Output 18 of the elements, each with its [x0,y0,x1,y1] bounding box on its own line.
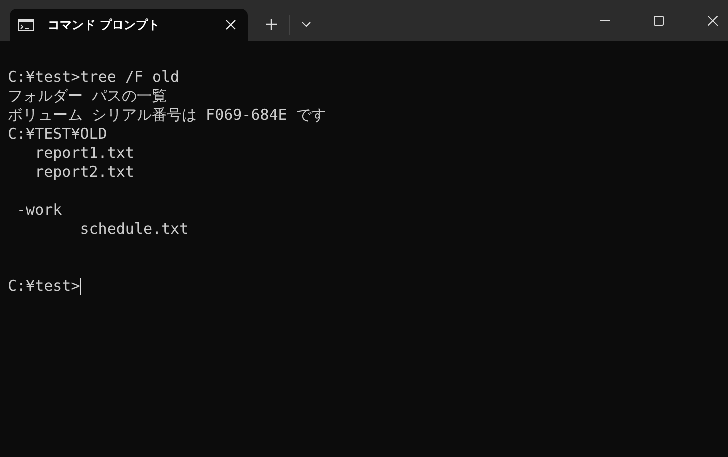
tab-title: コマンド プロンプト [48,16,162,34]
chevron-down-icon[interactable] [302,22,311,27]
command-prompt: C:¥test> [8,277,80,296]
close-icon[interactable] [226,20,236,30]
maximize-icon[interactable] [654,16,664,26]
terminal-tab[interactable]: コマンド プロンプト [10,9,248,41]
console-line: report2.txt [34,163,136,182]
console-line: schedule.txt [79,220,190,239]
console-line: C:¥test>tree /F old [8,68,181,87]
console-line: C:¥TEST¥OLD [8,125,108,144]
close-icon[interactable] [708,16,718,26]
console-line: report1.txt [34,144,136,163]
new-tab-icon[interactable] [266,19,277,30]
terminal-icon [18,19,34,31]
console-line: フォルダー パスの一覧 [8,87,168,106]
text-cursor [80,278,82,295]
console-line: ボリューム シリアル番号は F069-684E です [8,106,328,125]
console-line: -work [16,201,64,220]
